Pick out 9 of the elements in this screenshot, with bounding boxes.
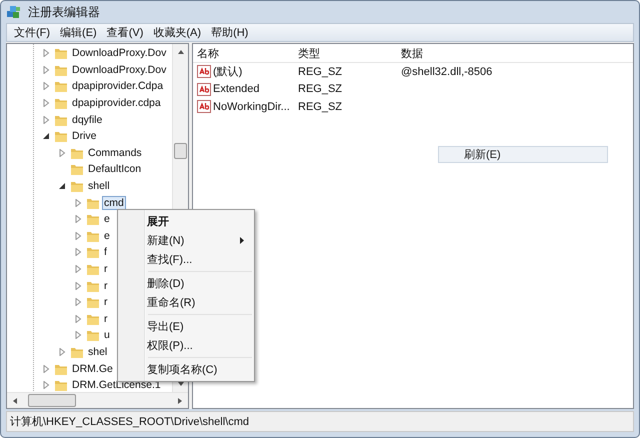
table-cell-text: REG_SZ bbox=[297, 83, 344, 96]
table-cell-text: REG_SZ bbox=[297, 100, 344, 113]
table-cell-text: @shell32.dll,-8506 bbox=[400, 66, 492, 78]
window-title: 注册表编辑器 bbox=[28, 4, 100, 20]
table-cell-text: (默认) bbox=[213, 65, 242, 80]
status-bar: 计算机\HKEY_CLASSES_ROOT\Drive\shell\cmd bbox=[6, 411, 634, 432]
table-cell: NoWorkingDir... bbox=[213, 100, 290, 113]
table-cell-text: REG_SZ bbox=[297, 66, 344, 78]
table-cell: Extended bbox=[213, 83, 260, 96]
